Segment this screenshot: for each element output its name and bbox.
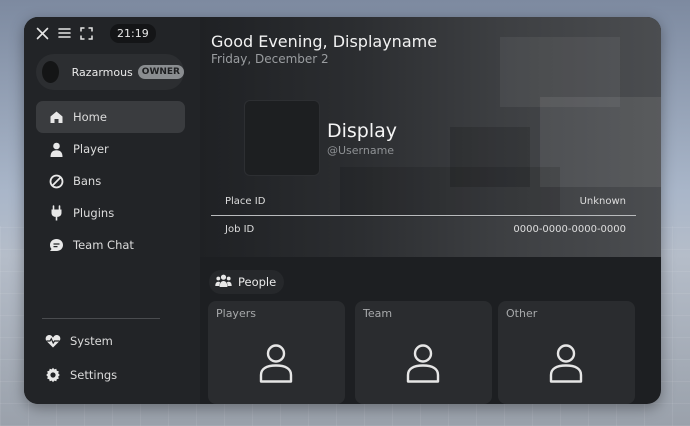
- person-outline-icon: [549, 344, 583, 383]
- gear-icon: [45, 367, 61, 383]
- place-id-label: Place ID: [225, 196, 266, 207]
- job-id-label: Job ID: [225, 224, 255, 235]
- admin-panel-window: 21:19 Razarmous OWNER Home Player Bans P…: [24, 17, 661, 404]
- scenery-block: [340, 167, 560, 217]
- chat-icon: [48, 237, 64, 253]
- other-card[interactable]: Other: [498, 301, 635, 404]
- fullscreen-icon[interactable]: [78, 25, 94, 41]
- menu-icon[interactable]: [56, 25, 72, 41]
- clock-display: 21:19: [110, 23, 156, 43]
- plug-icon: [48, 205, 64, 221]
- place-id-value: Unknown: [579, 196, 626, 207]
- window-controls: 21:19: [34, 23, 156, 43]
- role-badge: OWNER: [137, 65, 184, 79]
- card-title: Other: [506, 307, 538, 320]
- sidebar-item-label: System: [70, 334, 113, 348]
- ban-icon: [48, 173, 64, 189]
- sidebar-divider: [42, 318, 160, 319]
- sidebar-item-label: Player: [73, 142, 109, 156]
- person-outline-icon: [406, 344, 440, 383]
- username-label: @Username: [327, 144, 395, 157]
- sidebar: 21:19 Razarmous OWNER Home Player Bans P…: [24, 17, 200, 404]
- sidebar-item-label: Settings: [70, 368, 118, 382]
- profile-pill[interactable]: Razarmous OWNER: [36, 54, 184, 90]
- home-icon: [48, 109, 64, 125]
- place-id-row: Place ID Unknown: [225, 196, 626, 207]
- profile-name: Razarmous: [71, 65, 133, 79]
- sidebar-item-label: Plugins: [73, 206, 115, 220]
- display-name: Display: [327, 120, 398, 142]
- sidebar-item-label: Team Chat: [73, 238, 134, 252]
- players-card[interactable]: Players: [208, 301, 345, 404]
- date-subtitle: Friday, December 2: [211, 52, 329, 66]
- card-title: Team: [363, 307, 393, 320]
- sidebar-item-bans[interactable]: Bans: [36, 165, 185, 197]
- heart-pulse-icon: [45, 333, 61, 349]
- sidebar-item-label: Home: [73, 110, 107, 124]
- avatar: [42, 61, 59, 83]
- sidebar-item-system[interactable]: System: [33, 325, 182, 357]
- person-outline-icon: [259, 344, 293, 383]
- sidebar-item-plugins[interactable]: Plugins: [36, 197, 185, 229]
- close-icon[interactable]: [34, 25, 50, 41]
- sidebar-item-settings[interactable]: Settings: [33, 359, 182, 391]
- team-card[interactable]: Team: [355, 301, 492, 404]
- people-title: People: [238, 275, 277, 289]
- person-icon: [48, 141, 64, 157]
- job-id-value: 0000-0000-0000-0000: [513, 224, 626, 235]
- greeting-title: Good Evening, Displayname: [211, 32, 438, 51]
- game-icon-image: [244, 100, 320, 176]
- job-id-row: Job ID 0000-0000-0000-0000: [225, 224, 626, 235]
- card-title: Players: [216, 307, 256, 320]
- sidebar-item-player[interactable]: Player: [36, 133, 185, 165]
- sidebar-item-team-chat[interactable]: Team Chat: [36, 229, 185, 261]
- people-section-header: People: [209, 270, 285, 294]
- sidebar-item-home[interactable]: Home: [36, 101, 185, 133]
- info-divider: [211, 215, 636, 216]
- sidebar-item-label: Bans: [73, 174, 102, 188]
- people-group-icon: [215, 274, 232, 290]
- main-content: Good Evening, Displayname Friday, Decemb…: [200, 17, 661, 404]
